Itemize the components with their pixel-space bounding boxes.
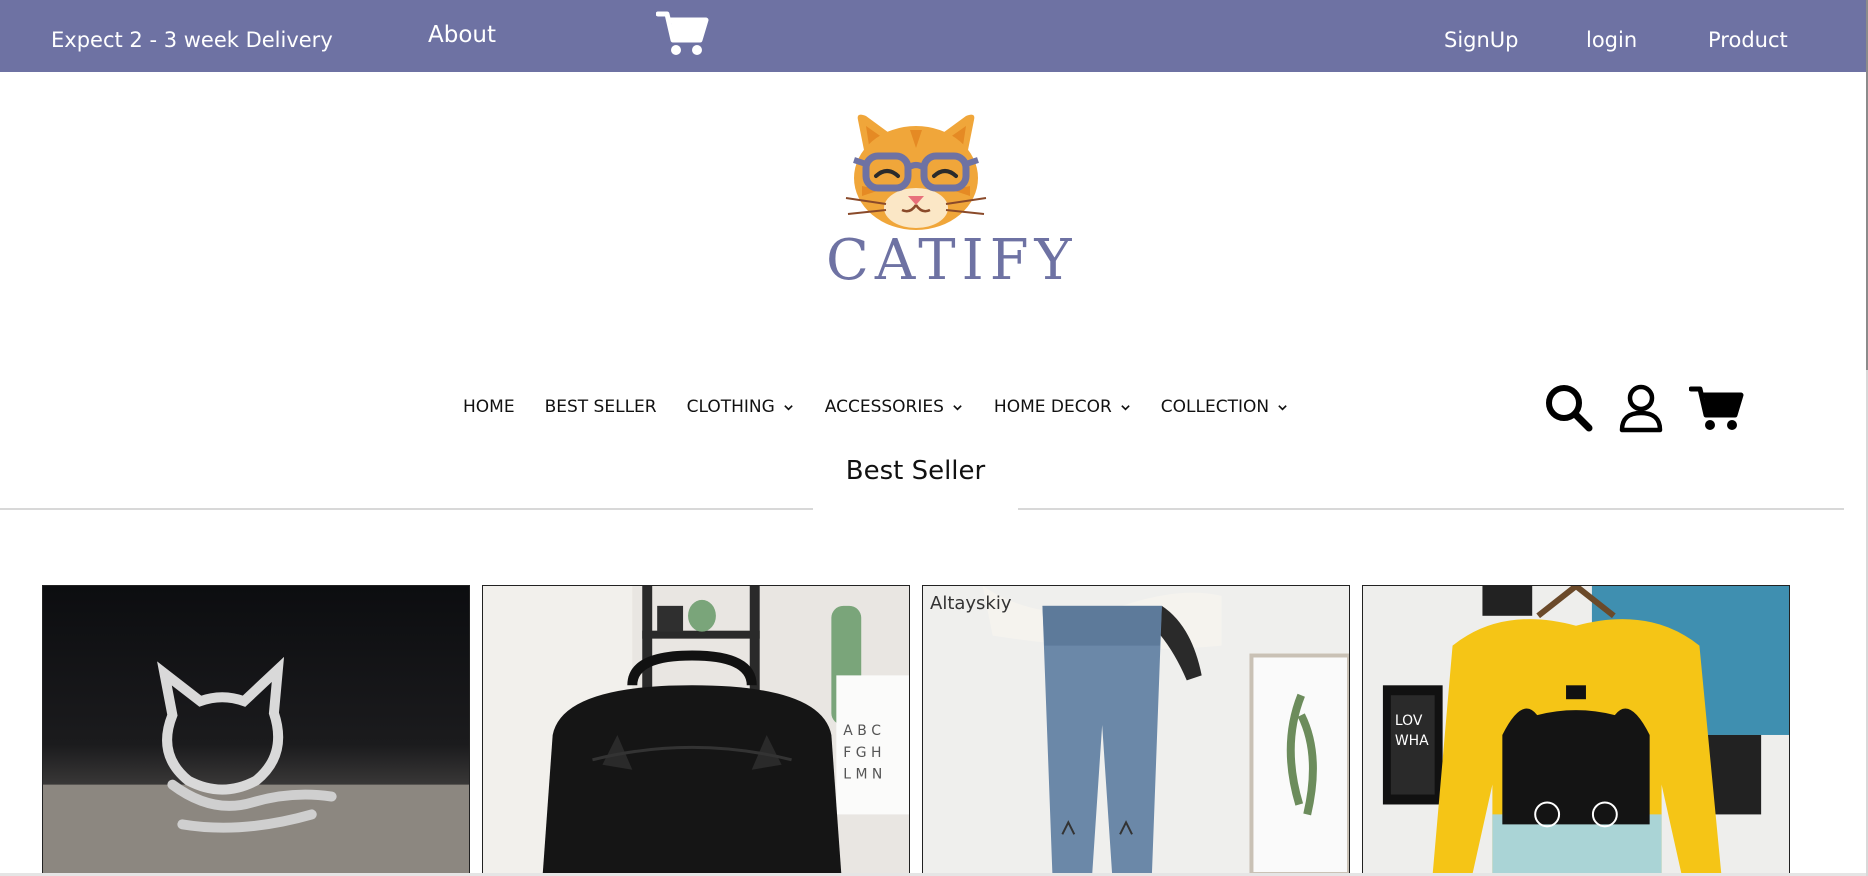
svg-text:A B C: A B C: [843, 723, 881, 739]
nav-item-label: ACCESSORIES: [824, 397, 944, 417]
cart-icon[interactable]: [1688, 383, 1745, 433]
cat-embroidered-jeans-image: [923, 586, 1349, 874]
signup-link[interactable]: SignUp: [1444, 28, 1519, 52]
login-link[interactable]: login: [1586, 28, 1637, 52]
nav-item-best-seller[interactable]: BEST SELLER: [545, 397, 657, 417]
svg-text:L M N: L M N: [843, 767, 882, 783]
nav-item-accessories[interactable]: ACCESSORIES: [825, 397, 963, 417]
nav-item-label: HOME DECOR: [993, 397, 1112, 417]
section-title: Best Seller: [845, 456, 986, 486]
cart-icon[interactable]: [655, 8, 710, 58]
product-card[interactable]: [42, 585, 470, 875]
brand-wordmark: CATIFY: [826, 228, 1078, 293]
section-divider: [0, 508, 813, 510]
svg-text:WHA: WHA: [1395, 733, 1429, 749]
chevron-down-icon: [784, 404, 793, 411]
product-card[interactable]: Altayskiy: [922, 585, 1350, 875]
nav-item-label: CLOTHING: [686, 397, 775, 417]
section-divider: [1018, 508, 1844, 510]
nav-item-clothing[interactable]: CLOTHING: [687, 397, 794, 417]
nav-item-label: BEST SELLER: [544, 397, 657, 417]
chevron-down-icon: [1121, 404, 1130, 411]
svg-text:F G H: F G H: [843, 745, 881, 761]
nav-item-collection[interactable]: COLLECTION: [1161, 397, 1288, 417]
product-watermark: Altayskiy: [930, 593, 1012, 614]
search-icon[interactable]: [1544, 383, 1594, 433]
silver-cat-ring-image: [43, 586, 469, 874]
svg-text:LOV: LOV: [1395, 713, 1423, 729]
main-nav: HOME BEST SELLER CLOTHING ACCESSORIES HO…: [463, 396, 1288, 418]
about-link[interactable]: About: [428, 22, 496, 48]
black-cat-ear-backpack-image: A B C F G H L M N: [483, 586, 909, 874]
nav-item-label: HOME: [463, 397, 515, 417]
delivery-notice: Expect 2 - 3 week Delivery: [51, 28, 333, 52]
chevron-down-icon: [1278, 404, 1287, 411]
yellow-cat-sweater-image: LOV WHA: [1363, 586, 1789, 874]
product-link[interactable]: Product: [1708, 28, 1788, 52]
product-card[interactable]: A B C F G H L M N: [482, 585, 910, 875]
chevron-down-icon: [953, 404, 962, 411]
nav-item-home-decor[interactable]: HOME DECOR: [994, 397, 1131, 417]
product-card[interactable]: LOV WHA: [1362, 585, 1790, 875]
nav-item-label: COLLECTION: [1160, 397, 1270, 417]
top-bar: Expect 2 - 3 week Delivery About SignUp …: [0, 0, 1866, 72]
user-icon[interactable]: [1618, 383, 1664, 433]
nav-item-home[interactable]: HOME: [463, 397, 515, 417]
